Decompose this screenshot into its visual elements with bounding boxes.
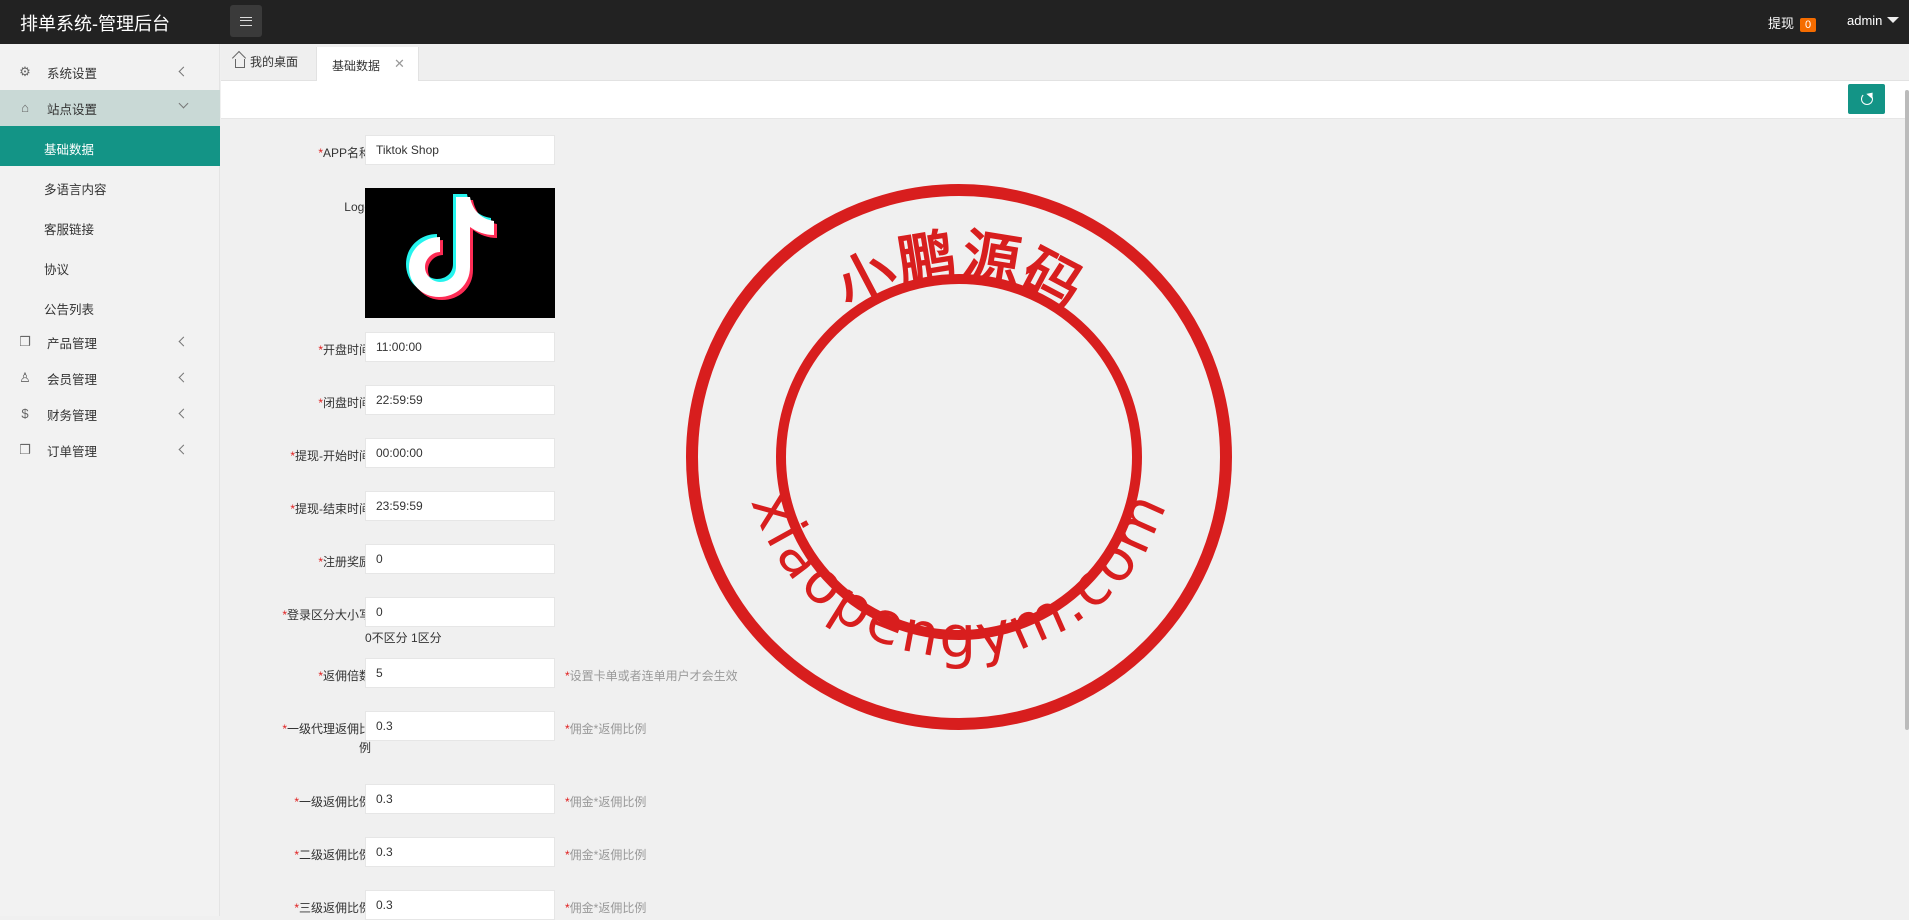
field-hint: *佣金*返佣比例 — [565, 795, 647, 809]
withdraw-count-badge: 0 — [1800, 18, 1817, 32]
top-header: 排单系统-管理后台 提现 0 admin — [0, 0, 1909, 44]
chevron-left-icon — [178, 408, 189, 419]
sidebar-item-label: 订单管理 — [47, 444, 98, 459]
tab-label: 我的桌面 — [250, 55, 299, 69]
level2-input[interactable] — [365, 837, 555, 867]
sidebar-item-finance-management[interactable]: $ 财务管理 — [0, 396, 220, 432]
chevron-left-icon — [178, 372, 189, 383]
field-label: *开盘时间 — [318, 343, 371, 357]
withdraw-label: 提现 — [1768, 16, 1795, 31]
login-case-input[interactable] — [365, 597, 555, 627]
withdraw-link[interactable]: 提现 0 — [1768, 13, 1817, 32]
sidebar-subitem-service-link[interactable]: 客服链接 — [0, 206, 220, 246]
sidebar: ⚙ 系统设置 ⌂ 站点设置 基础数据 多语言内容 客服链接 协议 公告列表 ❒ … — [0, 44, 220, 916]
user-icon: ♙ — [19, 370, 31, 385]
form-area: *APP名称 Logo *开盘时间 — [221, 120, 1909, 920]
chevron-left-icon — [178, 336, 189, 347]
login-case-note: 0不区分 1区分 — [365, 631, 442, 645]
tiktok-logo-icon — [406, 194, 497, 300]
field-hint: *设置卡单或者连单用户才会生效 — [565, 669, 738, 683]
field-label: *返佣倍数 — [318, 669, 371, 683]
withdraw-start-input[interactable] — [365, 438, 555, 468]
chevron-down-icon — [178, 98, 189, 109]
user-menu[interactable]: admin — [1847, 13, 1900, 28]
sidebar-item-product-management[interactable]: ❒ 产品管理 — [0, 324, 220, 360]
sidebar-subitem-label: 协议 — [44, 263, 70, 277]
logo-upload[interactable] — [365, 188, 555, 318]
sidebar-item-system-settings[interactable]: ⚙ 系统设置 — [0, 54, 220, 90]
open-time-input[interactable] — [365, 332, 555, 362]
field-label: *提现-开始时间 — [290, 449, 371, 463]
field-label: *APP名称 — [318, 146, 371, 160]
sidebar-subitem-announcements[interactable]: 公告列表 — [0, 286, 220, 326]
sidebar-item-label: 会员管理 — [47, 372, 98, 387]
app-brand: 排单系统-管理后台 — [20, 14, 170, 34]
menu-toggle-button[interactable] — [230, 5, 262, 37]
scrollbar[interactable] — [1905, 90, 1909, 730]
refresh-button[interactable] — [1848, 84, 1885, 114]
tab-basic-data[interactable]: 基础数据 ✕ — [316, 47, 419, 81]
sidebar-subitem-label: 基础数据 — [44, 143, 95, 157]
field-label: Logo — [344, 200, 371, 214]
sidebar-item-label: 财务管理 — [47, 408, 98, 423]
cube-icon: ❒ — [19, 334, 31, 349]
field-hint: *佣金*返佣比例 — [565, 901, 647, 915]
sidebar-subitem-agreement[interactable]: 协议 — [0, 246, 220, 286]
sidebar-subitem-label: 公告列表 — [44, 303, 95, 317]
chevron-left-icon — [178, 444, 189, 455]
sidebar-item-label: 系统设置 — [47, 66, 98, 81]
field-label: *一级代理返佣比例 — [282, 722, 371, 755]
gear-icon: ⚙ — [19, 64, 31, 79]
app-name-input[interactable] — [365, 135, 555, 165]
sidebar-subitem-label: 多语言内容 — [44, 183, 107, 197]
tab-label: 基础数据 — [332, 59, 381, 73]
caret-down-icon — [1887, 17, 1900, 23]
hamburger-icon — [240, 16, 252, 26]
sidebar-item-member-management[interactable]: ♙ 会员管理 — [0, 360, 220, 396]
username: admin — [1847, 13, 1883, 28]
refresh-icon — [1860, 93, 1873, 105]
field-hint: *佣金*返佣比例 — [565, 722, 647, 736]
field-label: *一级返佣比例 — [294, 795, 371, 809]
withdraw-end-input[interactable] — [365, 491, 555, 521]
field-hint: *佣金*返佣比例 — [565, 848, 647, 862]
register-bonus-input[interactable] — [365, 544, 555, 574]
sidebar-subitem-label: 客服链接 — [44, 223, 95, 237]
rebate-multiple-input[interactable] — [365, 658, 555, 688]
site-icon: ⌂ — [21, 100, 29, 115]
sidebar-item-order-management[interactable]: ❒ 订单管理 — [0, 432, 220, 468]
tab-bar: 我的桌面 基础数据 ✕ — [221, 44, 1909, 81]
chevron-left-icon — [178, 66, 189, 77]
close-icon[interactable]: ✕ — [394, 56, 405, 72]
field-label: *闭盘时间 — [318, 396, 371, 410]
agent-level1-input[interactable] — [365, 711, 555, 741]
sidebar-item-label: 产品管理 — [47, 336, 98, 351]
box-icon: ❒ — [19, 442, 31, 457]
field-label: *二级返佣比例 — [294, 848, 371, 862]
close-time-input[interactable] — [365, 385, 555, 415]
field-label: *登录区分大小写 — [282, 608, 371, 622]
sidebar-item-label: 站点设置 — [47, 102, 98, 117]
field-label: *提现-结束时间 — [290, 502, 371, 516]
level1-input[interactable] — [365, 784, 555, 814]
home-icon — [235, 59, 245, 68]
dollar-icon: $ — [21, 406, 29, 421]
sidebar-subitem-multilang[interactable]: 多语言内容 — [0, 166, 220, 206]
field-label: *三级返佣比例 — [294, 901, 371, 915]
field-label: *注册奖励 — [318, 555, 371, 569]
toolbar — [221, 81, 1909, 119]
sidebar-subitem-basic-data[interactable]: 基础数据 — [0, 126, 220, 166]
sidebar-item-site-settings[interactable]: ⌂ 站点设置 — [0, 90, 220, 126]
